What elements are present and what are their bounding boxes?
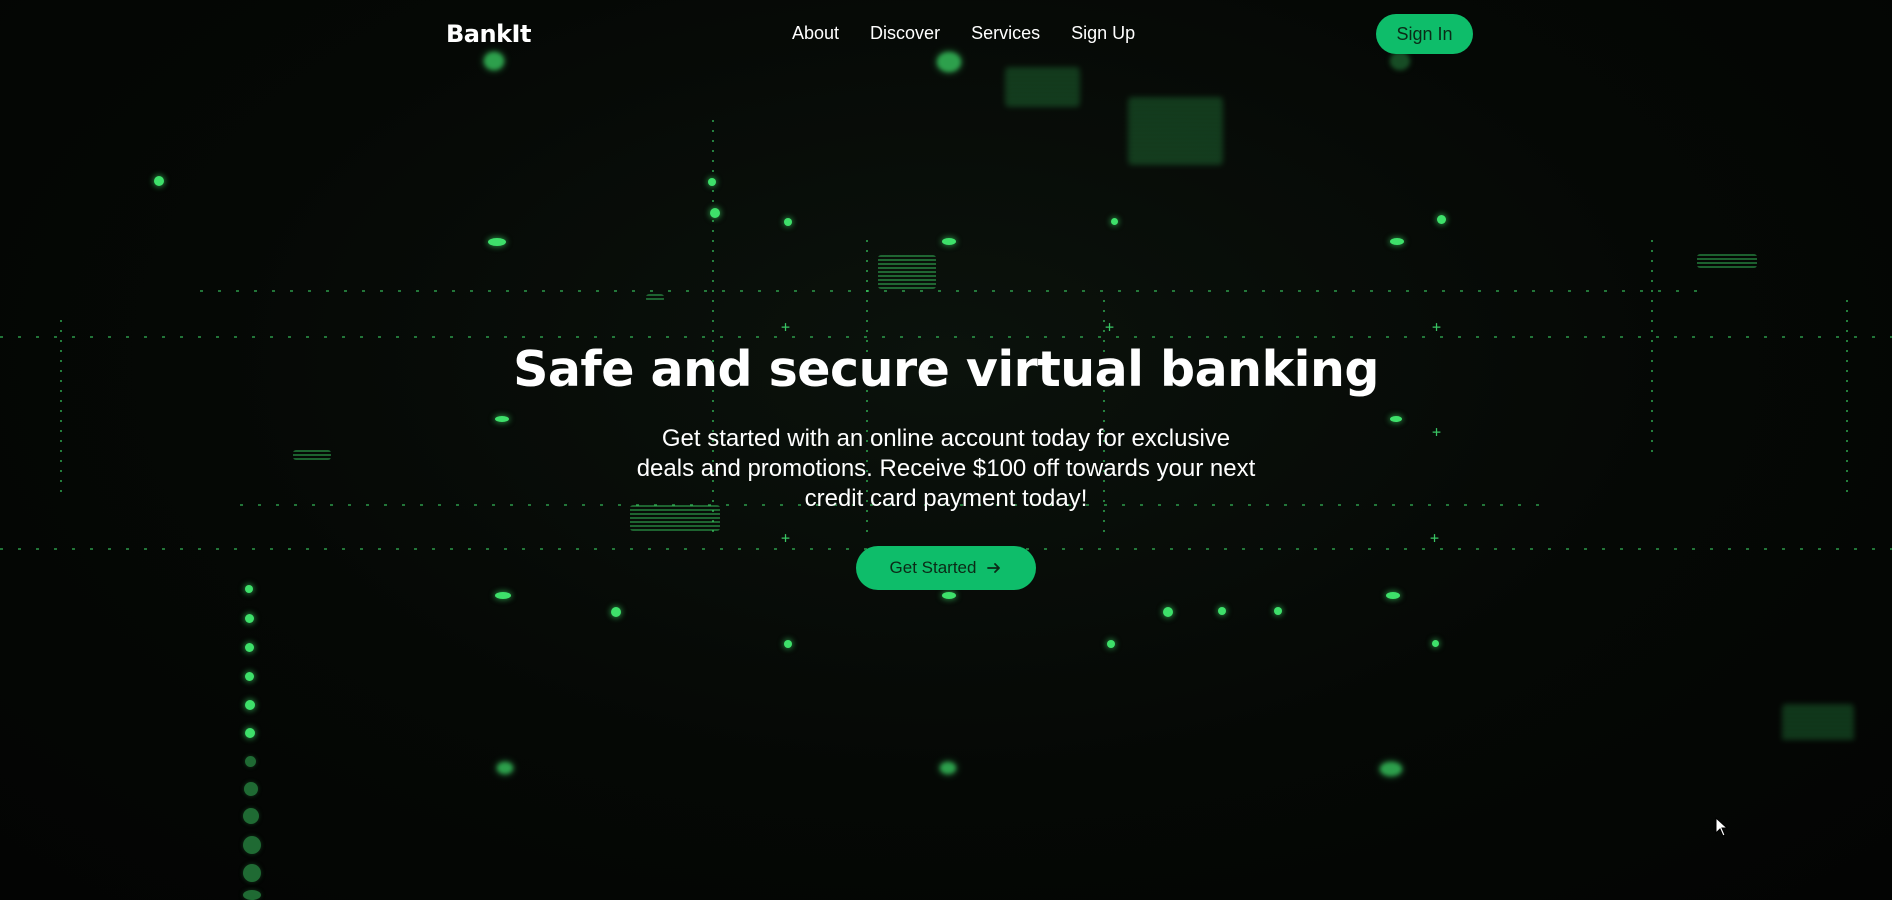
bg-glow-dot [942, 238, 956, 245]
bg-code-fragment [646, 294, 664, 302]
bg-glow-dot [495, 592, 511, 599]
bg-glow-dot [1432, 640, 1439, 647]
bg-glow-dot [243, 808, 259, 824]
bg-glow-dot [1111, 218, 1118, 225]
bg-glow-dot [243, 890, 261, 900]
bg-glow-dot [1274, 607, 1282, 615]
nav-link-services[interactable]: Services [971, 23, 1040, 44]
mouse-cursor-icon [1715, 816, 1729, 837]
sign-in-button[interactable]: Sign In [1376, 14, 1473, 54]
bg-glow-dot [245, 672, 254, 681]
bg-glow-dot [611, 607, 621, 617]
bg-glow-dot [1107, 640, 1115, 648]
bg-glow-dot [154, 176, 164, 186]
bg-glow-dot [784, 218, 792, 226]
bg-glow-dot [1163, 607, 1173, 617]
bg-glow-dot [245, 614, 254, 623]
bg-glow-dot [710, 208, 720, 218]
bg-glow-dot [488, 238, 506, 246]
bg-glow-dot [243, 836, 261, 854]
bg-glow-dot [942, 592, 956, 599]
bg-glow-dot [1386, 592, 1400, 599]
bg-glow-dot [245, 756, 256, 767]
hero-section: Safe and secure virtual banking Get star… [0, 330, 1892, 590]
bg-glow-dot [1437, 215, 1446, 224]
brand-logo[interactable]: BankIt [446, 20, 531, 48]
nav-link-about[interactable]: About [792, 23, 839, 44]
bg-code-fragment [878, 255, 936, 289]
top-navbar: BankIt About Discover Services Sign Up S… [0, 0, 1892, 68]
nav-links: About Discover Services Sign Up [792, 23, 1135, 44]
landing-page: + + + + + + BankIt About Discover Servic… [0, 0, 1892, 900]
bg-code-fragment [1782, 705, 1854, 741]
bg-glow-dot [245, 728, 255, 738]
bg-code-fragment [1005, 68, 1080, 106]
arrow-right-icon [986, 560, 1002, 576]
bg-glow-dot [1218, 607, 1226, 615]
bg-glow-dot [784, 640, 792, 648]
nav-link-sign-up[interactable]: Sign Up [1071, 23, 1135, 44]
bg-dotted-line [200, 290, 1700, 292]
bg-glow-dot [497, 762, 513, 774]
hero-subtitle: Get started with an online account today… [636, 425, 1256, 512]
bg-glow-dot [1390, 238, 1404, 245]
bg-glow-dot [243, 864, 261, 882]
get-started-label: Get Started [889, 558, 977, 577]
hero-title: Safe and secure virtual banking [513, 341, 1379, 398]
bg-glow-dot [245, 643, 254, 652]
bg-glow-dot [708, 178, 716, 186]
nav-link-discover[interactable]: Discover [870, 23, 940, 44]
bg-glow-dot [940, 762, 956, 774]
bg-glow-dot [1380, 762, 1402, 776]
bg-code-fragment [1697, 254, 1757, 268]
bg-glow-dot [245, 700, 255, 710]
bg-glow-dot [244, 782, 258, 796]
bg-code-fragment [1128, 98, 1223, 164]
get-started-button[interactable]: Get Started [856, 546, 1036, 590]
